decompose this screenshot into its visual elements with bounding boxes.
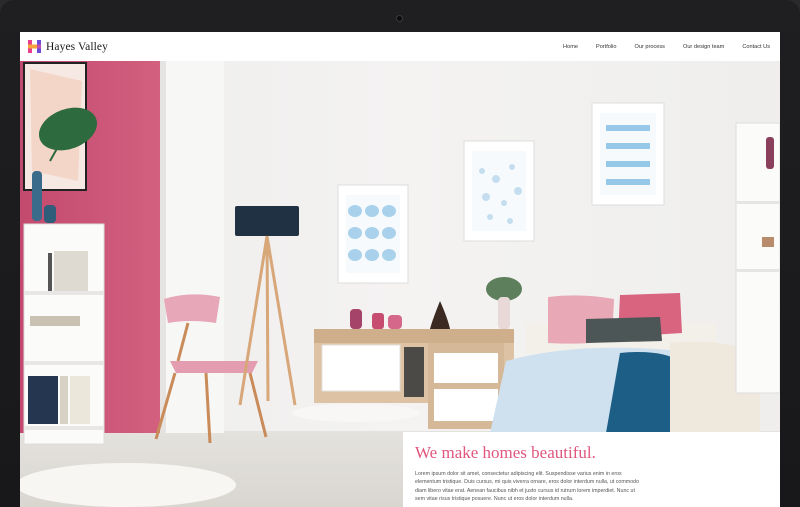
nav-portfolio[interactable]: Portfolio xyxy=(587,44,626,50)
logo-icon xyxy=(28,40,41,53)
browser-screen: Hayes Valley Home Portfolio Our process … xyxy=(20,32,780,507)
main-nav: Home Portfolio Our process Our design te… xyxy=(554,44,772,50)
hero-headline: We make homes beautiful. xyxy=(415,443,596,462)
camera-icon xyxy=(396,15,403,22)
brand-name: Hayes Valley xyxy=(46,40,108,53)
hero-section: We make homes beautiful. Lorem ipsum dol… xyxy=(20,61,780,507)
laptop-bezel: Hayes Valley Home Portfolio Our process … xyxy=(0,0,800,507)
nav-our-process[interactable]: Our process xyxy=(626,44,674,50)
nav-contact[interactable]: Contact Us xyxy=(733,44,772,50)
site-header: Hayes Valley Home Portfolio Our process … xyxy=(20,32,780,61)
logo[interactable]: Hayes Valley xyxy=(28,40,108,53)
nav-home[interactable]: Home xyxy=(554,44,587,50)
hero-body-text: Lorem ipsum dolor sit amet, consectetur … xyxy=(415,471,640,503)
nav-design-team[interactable]: Our design team xyxy=(674,44,733,50)
hero-card: We make homes beautiful. Lorem ipsum dol… xyxy=(403,432,780,507)
